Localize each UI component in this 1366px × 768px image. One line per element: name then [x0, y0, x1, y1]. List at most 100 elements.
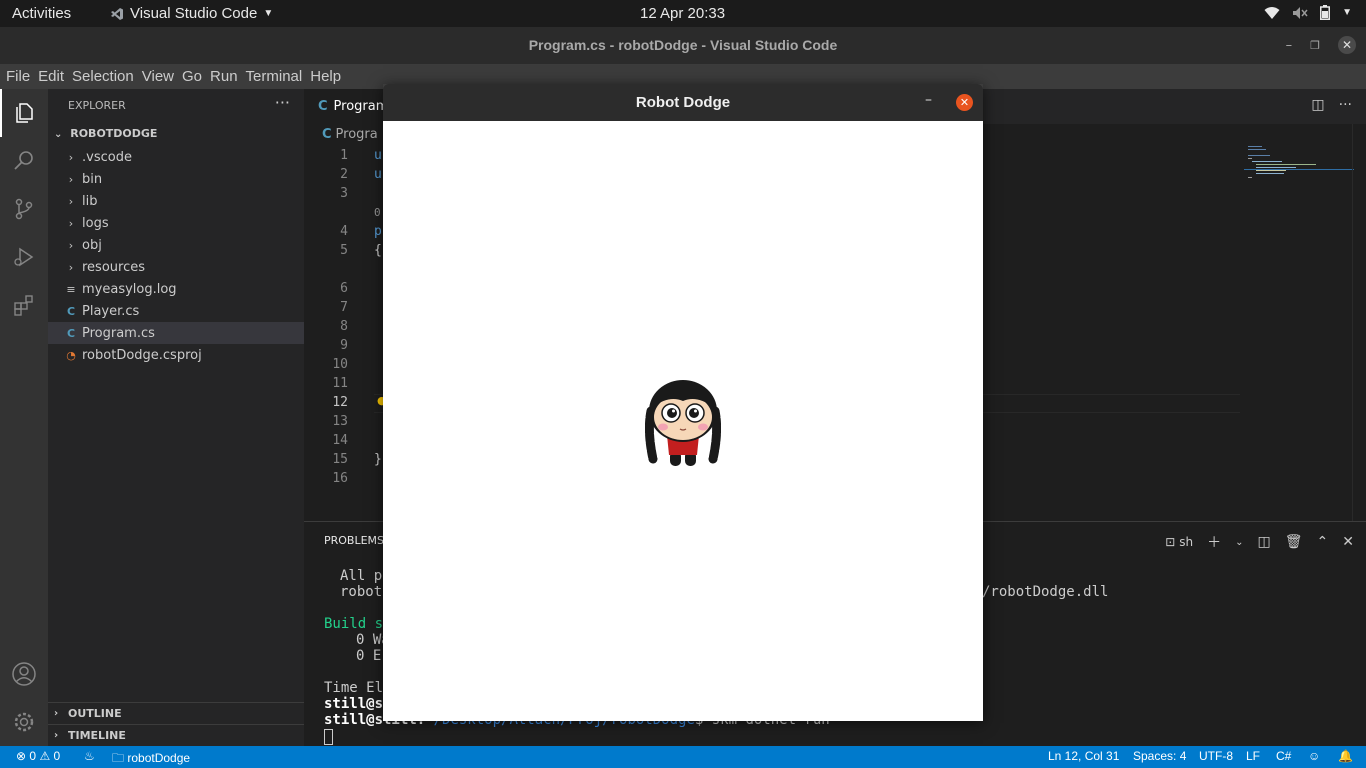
explorer-icon[interactable] [0, 89, 48, 137]
cursor-position[interactable]: Ln 12, Col 31 [1048, 749, 1119, 763]
menu-go[interactable]: Go [182, 64, 207, 89]
trash-icon[interactable]: 🗑 [1285, 534, 1303, 550]
terminal-cursor[interactable] [324, 729, 333, 745]
settings-gear-icon[interactable] [0, 698, 48, 746]
line-number: 11 [332, 376, 348, 391]
split-editor-icon[interactable]: ◫ [1311, 97, 1324, 113]
feedback-icon[interactable]: ☺ [1308, 749, 1320, 763]
menu-run[interactable]: Run [210, 64, 243, 89]
tree-folder-resources[interactable]: › resources [48, 256, 304, 278]
more-actions-icon[interactable]: ··· [1339, 97, 1352, 113]
maximize-panel-icon[interactable]: ⌃ [1317, 534, 1329, 550]
codelens[interactable]: 0 [374, 206, 381, 219]
split-terminal-icon[interactable]: ◫ [1258, 534, 1271, 550]
timeline-section[interactable]: › TIMELINE [48, 724, 304, 746]
menu-help[interactable]: Help [310, 64, 346, 89]
outline-label: OUTLINE [68, 707, 122, 720]
minimize-icon[interactable]: – [925, 92, 932, 108]
tree-file-program[interactable]: C Program.cs [48, 322, 304, 344]
game-title-bar[interactable]: Robot Dodge – ✕ [383, 84, 983, 121]
indentation[interactable]: Spaces: 4 [1133, 749, 1186, 763]
line-number: 15 [332, 452, 348, 467]
project-header[interactable]: ⌄ ROBOTDODGE [54, 127, 157, 140]
encoding[interactable]: UTF-8 [1199, 749, 1233, 763]
chevron-down-icon: ▼ [1342, 7, 1352, 18]
new-terminal-icon[interactable]: ＋ [1207, 532, 1221, 552]
tree-folder-lib[interactable]: › lib [48, 190, 304, 212]
folder-icon: 🗀 [112, 751, 125, 765]
chevron-down-icon: ⌄ [54, 129, 63, 140]
editor-scrollbar[interactable] [1352, 124, 1366, 521]
error-icon: ⊗ [16, 749, 27, 763]
chevron-right-icon: › [54, 730, 59, 741]
run-debug-icon[interactable] [0, 233, 48, 281]
csharp-file-icon: C [66, 326, 76, 340]
explorer-header: EXPLORER [68, 99, 126, 112]
menu-edit[interactable]: Edit [38, 64, 69, 89]
maximize-icon[interactable]: ❐ [1310, 39, 1320, 52]
robot-dodge-window: Robot Dodge – ✕ [383, 84, 983, 721]
game-canvas[interactable] [383, 121, 983, 721]
minimap[interactable] [1244, 144, 1354, 184]
terminal-line: /robotDodge.dll [982, 584, 1109, 600]
folder-name: robotDodge [127, 751, 191, 765]
code-line[interactable]: { [374, 243, 382, 258]
tree-item-label: logs [82, 215, 109, 231]
shell-name: sh [1179, 535, 1194, 549]
breadcrumb[interactable]: C Progra [322, 127, 378, 142]
tree-file-player[interactable]: C Player.cs [48, 300, 304, 322]
activities-button[interactable]: Activities [12, 5, 71, 22]
warning-icon: ⚠ [39, 749, 51, 763]
close-icon[interactable]: ✕ [1338, 36, 1356, 54]
extensions-icon[interactable] [0, 281, 48, 329]
source-control-icon[interactable] [0, 185, 48, 233]
line-number: 2 [340, 167, 348, 182]
menu-view[interactable]: View [142, 64, 179, 89]
tree-item-label: lib [82, 193, 98, 209]
timeline-label: TIMELINE [68, 729, 126, 742]
code-line[interactable]: p [374, 224, 382, 239]
tree-folder-obj[interactable]: › obj [48, 234, 304, 256]
vscode-icon [111, 7, 123, 20]
tree-folder-logs[interactable]: › logs [48, 212, 304, 234]
tree-file-myeasylog[interactable]: ≡ myeasylog.log [48, 278, 304, 300]
notifications-bell-icon[interactable]: 🔔 [1338, 749, 1353, 763]
language-mode[interactable]: C# [1276, 749, 1291, 763]
tree-item-label: resources [82, 259, 146, 275]
close-panel-icon[interactable]: ✕ [1342, 534, 1354, 550]
account-icon[interactable] [0, 650, 48, 698]
end-of-line[interactable]: LF [1246, 749, 1260, 763]
line-number: 14 [332, 433, 348, 448]
problems-status[interactable]: ⊗ 0 ⚠ 0 [16, 749, 60, 763]
chevron-down-icon[interactable]: ⌄ [1235, 537, 1243, 548]
chevron-right-icon: › [68, 172, 74, 186]
system-top-bar: Activities Visual Studio Code ▼ 12 Apr 2… [0, 0, 1366, 27]
menu-terminal[interactable]: Terminal [246, 64, 308, 89]
volume-muted-icon [1293, 6, 1308, 19]
tree-item-label: myeasylog.log [82, 281, 177, 297]
menu-file[interactable]: File [6, 64, 35, 89]
code-line[interactable]: u [374, 148, 382, 163]
code-line[interactable]: } [374, 452, 382, 467]
search-icon[interactable] [0, 137, 48, 185]
tree-file-csproj[interactable]: ◔ robotDodge.csproj [48, 344, 304, 366]
tree-item-label: robotDodge.csproj [82, 347, 202, 363]
folder-status[interactable]: 🗀 robotDodge [112, 749, 190, 768]
explorer-sidebar: EXPLORER ··· ⌄ ROBOTDODGE › .vscode › bin … [48, 89, 304, 746]
close-icon[interactable]: ✕ [956, 94, 973, 111]
app-menu[interactable]: Visual Studio Code ▼ [110, 5, 273, 22]
more-actions-icon[interactable]: ··· [275, 93, 290, 112]
outline-section[interactable]: › OUTLINE [48, 702, 304, 724]
flame-icon[interactable]: ♨ [84, 749, 95, 763]
terminal-shell-selector[interactable]: ⊡ sh [1165, 535, 1193, 549]
menu-selection[interactable]: Selection [72, 64, 139, 89]
player-character [645, 380, 721, 466]
minimize-icon[interactable]: – [1286, 38, 1293, 53]
tree-folder-vscode[interactable]: › .vscode [48, 146, 304, 168]
clock[interactable]: 12 Apr 20:33 [640, 5, 725, 22]
code-line[interactable]: u [374, 167, 382, 182]
system-tray[interactable]: ▼ [1264, 5, 1352, 20]
tree-folder-bin[interactable]: › bin [48, 168, 304, 190]
tab-problems[interactable]: PROBLEMS [324, 534, 384, 547]
battery-icon [1320, 5, 1331, 20]
